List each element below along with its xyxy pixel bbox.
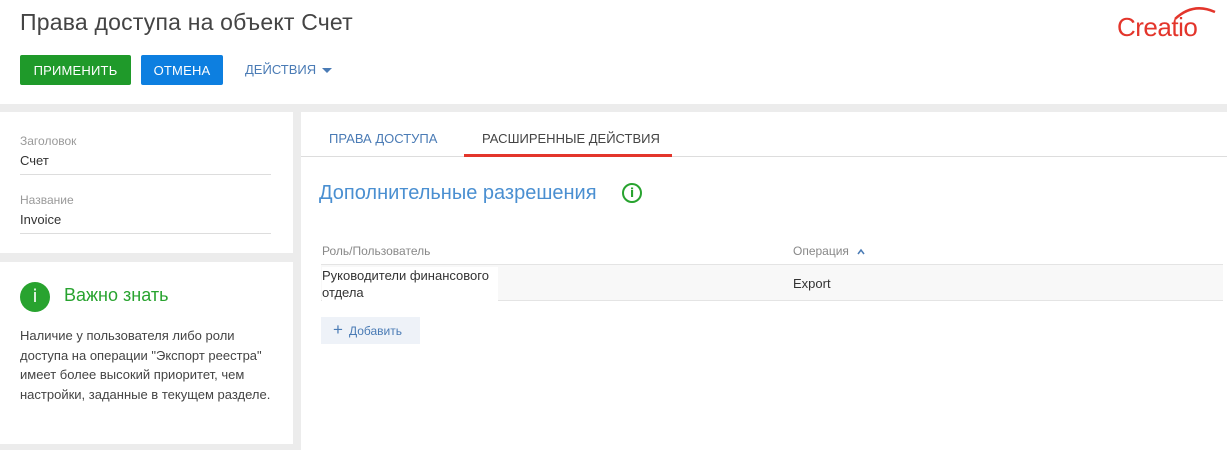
field-label: Название — [20, 193, 74, 207]
table-row[interactable]: Руководители финансового отдела Export — [321, 265, 1223, 301]
plus-icon: + — [333, 320, 343, 339]
field-label: Заголовок — [20, 134, 77, 148]
active-tab-indicator — [464, 154, 672, 157]
chevron-down-icon — [322, 67, 333, 73]
info-icon: i — [20, 282, 50, 312]
cell-role: Руководители финансового отдела — [322, 267, 498, 301]
field-value: Invoice — [20, 212, 62, 227]
page-header: Права доступа на объект Счет Creatio ПРИ… — [0, 0, 1227, 104]
field-name[interactable]: Название Invoice — [20, 193, 271, 234]
column-header-label: Операция — [793, 244, 849, 258]
info-circle-icon[interactable]: i — [622, 183, 642, 203]
notice-text: Наличие у пользователя либо роли доступа… — [20, 328, 271, 402]
cancel-button[interactable]: ОТМЕНА — [141, 55, 223, 85]
creatio-logo: Creatio — [1117, 6, 1221, 42]
field-caption[interactable]: Заголовок Счет — [20, 134, 271, 175]
cell-operation: Export — [793, 276, 831, 291]
column-header-role[interactable]: Роль/Пользователь — [322, 244, 430, 258]
apply-button[interactable]: ПРИМЕНИТЬ — [20, 55, 131, 85]
main-panel: ПРАВА ДОСТУПА РАСШИРЕННЫЕ ДЕЙСТВИЯ Допол… — [301, 112, 1227, 450]
actions-label: ДЕЙСТВИЯ — [245, 62, 317, 77]
section-title: Дополнительные разрешения — [319, 182, 597, 204]
add-button[interactable]: + Добавить — [321, 317, 420, 344]
record-fields-panel: Заголовок Счет Название Invoice — [0, 112, 293, 253]
sort-ascending-icon — [857, 248, 865, 255]
notice-title: Важно знать — [64, 285, 169, 305]
notice-panel: i Важно знать Наличие у пользователя либ… — [0, 262, 293, 444]
tab-access-rights[interactable]: ПРАВА ДОСТУПА — [329, 131, 437, 146]
actions-dropdown[interactable]: ДЕЙСТВИЯ — [245, 62, 333, 77]
tab-extended-actions[interactable]: РАСШИРЕННЫЕ ДЕЙСТВИЯ — [482, 131, 660, 146]
logo-text: Creatio — [1117, 12, 1198, 42]
column-header-operation[interactable]: Операция — [793, 244, 865, 258]
field-value: Счет — [20, 153, 49, 168]
page-title: Права доступа на объект Счет — [20, 9, 353, 35]
add-button-label: Добавить — [348, 323, 402, 338]
tab-bar: ПРАВА ДОСТУПА РАСШИРЕННЫЕ ДЕЙСТВИЯ — [301, 112, 1227, 157]
